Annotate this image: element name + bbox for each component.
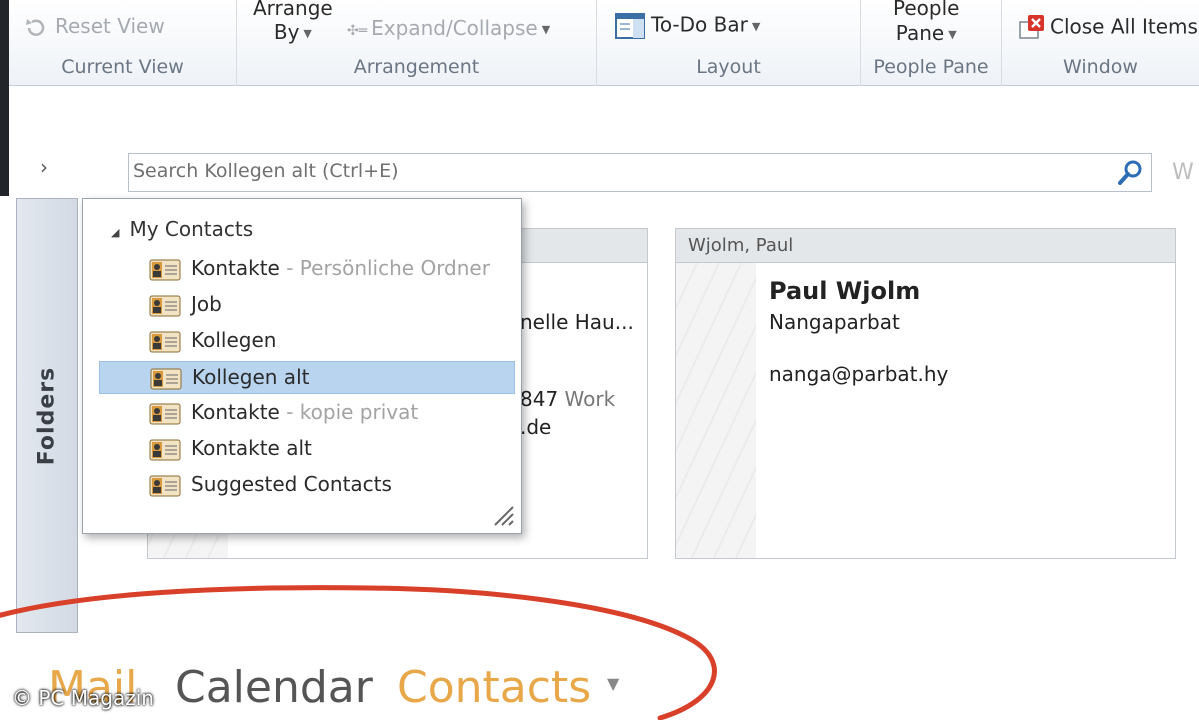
contacts-folder-icon [150, 368, 182, 390]
folder-name: Kontakte [191, 256, 280, 280]
folder-item-label: Kontakte - kopie privat [191, 400, 418, 424]
expand-collapse-button[interactable]: ✣═ Expand/Collapse ▼ [347, 16, 550, 40]
people-pane-line2: Pane [895, 21, 945, 45]
arrangement-label: Arrangement [353, 56, 480, 78]
cut-off-text: W [1172, 160, 1194, 185]
folder-name: Kontakte [191, 400, 280, 424]
chevron-down-icon: ▼ [541, 23, 551, 36]
contact-card[interactable]: Wjolm, Paul Paul Wjolm Nangaparbat nanga… [675, 228, 1176, 559]
contact-name: Paul Wjolm [769, 277, 921, 305]
people-pane-group: People Pane ▼ People Pane [861, 0, 1002, 86]
contact-phone-type: Work [564, 387, 616, 411]
folder-item[interactable]: Kontakte alt [99, 433, 515, 466]
search-icon[interactable] [1115, 158, 1145, 188]
contacts-folder-icon [149, 331, 181, 353]
contacts-folder-icon [149, 439, 181, 461]
contacts-folder-icon [149, 295, 181, 317]
folder-item-label: Suggested Contacts [191, 472, 392, 496]
folder-name: Suggested Contacts [191, 472, 392, 496]
arrange-by-line2: By [273, 20, 300, 44]
nav-calendar[interactable]: Calendar [175, 662, 373, 713]
folder-dropdown: ◢ My Contacts Kontakte - Persönliche Ordn… [82, 198, 522, 534]
folder-item[interactable]: Kontakte - kopie privat [99, 397, 515, 430]
folder-name: Kontakte alt [191, 436, 312, 460]
folder-item[interactable]: Suggested Contacts [99, 469, 515, 502]
reset-view-icon [26, 18, 45, 36]
resize-grip-icon[interactable] [489, 501, 515, 527]
collapse-triangle-icon[interactable]: ◢ [111, 226, 119, 239]
window-edge [0, 86, 9, 196]
folders-pane[interactable]: Folders [16, 198, 78, 633]
people-pane-button[interactable]: People Pane ▼ [893, 0, 959, 47]
contact-card-header: Wjolm, Paul [676, 229, 1175, 263]
contacts-folder-icon [149, 259, 181, 281]
window-group: Close All Items Window [1002, 0, 1199, 86]
contact-email: .de [520, 415, 552, 439]
folder-name: Kollegen alt [192, 365, 310, 389]
folder-location: - Persönliche Ordner [279, 256, 490, 280]
layout-label: Layout [696, 56, 761, 78]
folder-item[interactable]: Kollegen [99, 325, 515, 358]
folder-name: Kollegen [191, 328, 277, 352]
folder-item[interactable]: Kontakte - Persönliche Ordner [99, 253, 515, 286]
reset-view-label: Reset View [55, 14, 165, 38]
todo-bar-icon [615, 13, 645, 39]
expand-collapse-label: Expand/Collapse [371, 16, 538, 40]
arrange-by-line1: Arrange [253, 0, 333, 20]
people-pane-label: People Pane [873, 56, 989, 78]
folders-pane-label: Folders [34, 366, 60, 465]
contacts-folder-icon [149, 403, 181, 425]
todo-bar-label: To-Do Bar [651, 12, 748, 37]
chevron-down-icon: ▼ [751, 19, 761, 33]
contact-phone: 847 Work [520, 387, 615, 411]
current-view-group: Reset View Current View [9, 0, 237, 86]
layout-group: To-Do Bar ▼ Layout [597, 0, 861, 86]
folder-item[interactable]: Kollegen alt [99, 361, 515, 394]
search-input[interactable] [133, 160, 1093, 182]
contact-phone-number: 847 [520, 387, 559, 411]
my-contacts-group[interactable]: ◢ My Contacts [111, 217, 253, 241]
folder-item[interactable]: Job [99, 289, 515, 322]
copyright-watermark: © PC Magazin [12, 686, 154, 710]
window-label: Window [1063, 56, 1138, 78]
my-contacts-label: My Contacts [129, 217, 254, 241]
search-box [128, 153, 1152, 192]
folder-item-label: Kontakte alt [191, 436, 312, 460]
current-view-label: Current View [61, 56, 184, 78]
contacts-folder-icon [149, 475, 181, 497]
contact-address: nelle Hau... [520, 310, 634, 334]
close-all-items-icon [1019, 15, 1044, 39]
close-all-items-button[interactable]: Close All Items [1018, 14, 1198, 42]
folder-item-label: Kollegen alt [192, 365, 309, 389]
navigation-bar: Mail Calendar Contacts ▼ [0, 650, 1199, 720]
window-edge [0, 0, 9, 86]
folder-item-label: Job [191, 292, 222, 316]
people-pane-line1: People [893, 0, 960, 20]
expand-collapse-icon: ✣═ [347, 23, 368, 39]
chevron-down-icon: ▼ [948, 28, 957, 41]
folder-name: Job [191, 292, 222, 316]
folder-location: - kopie privat [279, 400, 419, 424]
reset-view-button[interactable]: Reset View [23, 14, 165, 40]
contact-company: Nangaparbat [769, 310, 900, 334]
more-navigation-icon[interactable]: ▼ [607, 674, 619, 693]
nav-contacts[interactable]: Contacts [397, 662, 591, 713]
expand-navigation-icon[interactable]: › [40, 155, 48, 179]
folder-item-label: Kontakte - Persönliche Ordner [191, 256, 490, 280]
close-all-items-label: Close All Items [1050, 14, 1198, 39]
contact-photo-placeholder [676, 263, 756, 558]
arrangement-group: Arrange By ▼ ✣═ Expand/Collapse ▼ Arrangeme… [237, 0, 597, 86]
chevron-down-icon: ▼ [303, 26, 312, 40]
ribbon: Reset View Current View Arrange By ▼ ✣═ Ex… [0, 0, 1199, 86]
folder-item-label: Kollegen [191, 328, 276, 352]
contact-email: nanga@parbat.hy [769, 362, 949, 386]
todo-bar-button[interactable]: To-Do Bar ▼ [615, 12, 760, 40]
arrange-by-button[interactable]: Arrange By ▼ [253, 0, 333, 46]
